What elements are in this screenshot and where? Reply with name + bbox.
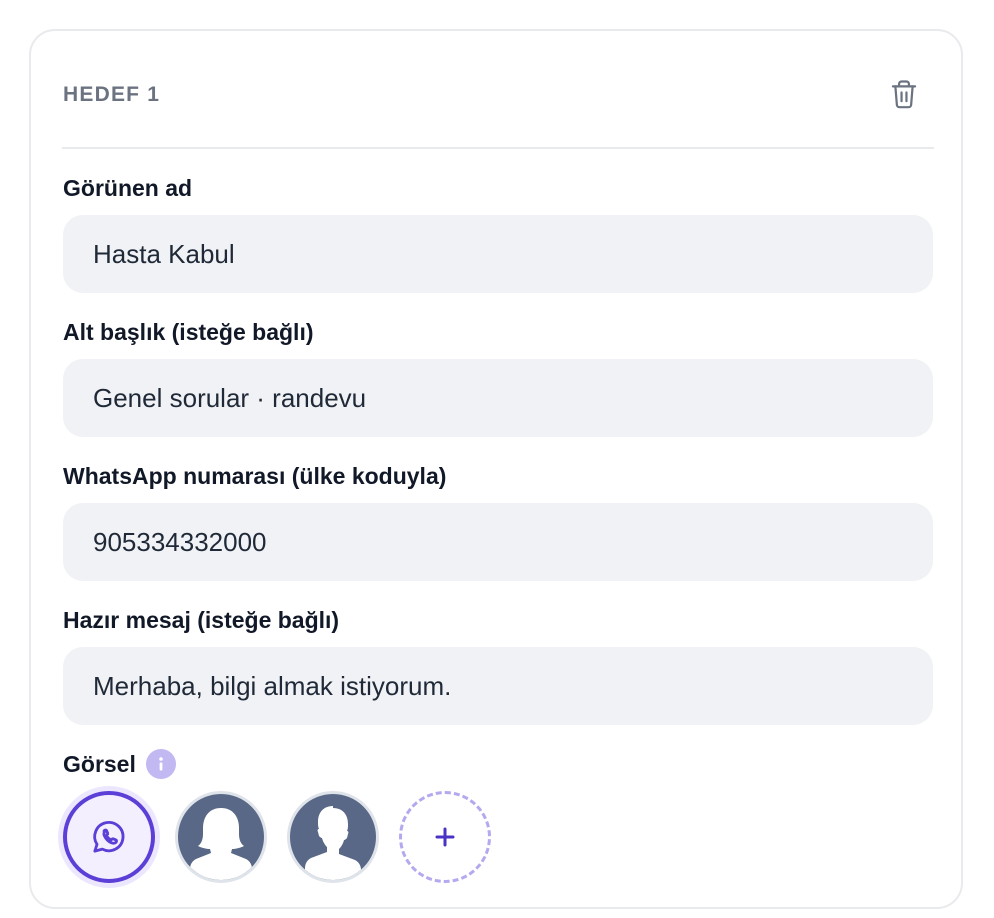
- image-option-whatsapp[interactable]: [63, 791, 155, 883]
- trash-icon: [891, 80, 917, 109]
- add-image-button[interactable]: [399, 791, 491, 883]
- preset-message-label: Hazır mesaj (isteğe bağlı): [63, 607, 340, 633]
- card-header: HEDEF 1: [62, 80, 934, 149]
- delete-button[interactable]: [886, 77, 922, 113]
- image-option-female[interactable]: [175, 791, 267, 883]
- whatsapp-number-label: WhatsApp numarası (ülke koduyla): [63, 463, 447, 489]
- image-label-row: Görsel: [63, 749, 176, 779]
- info-icon[interactable]: [145, 749, 176, 779]
- preset-message-input[interactable]: Merhaba, bilgi almak istiyorum.: [63, 647, 933, 725]
- subtitle-input[interactable]: Genel sorular · randevu: [63, 359, 933, 437]
- whatsapp-number-input[interactable]: 905334332000: [63, 503, 933, 581]
- display-name-label: Görünen ad: [63, 175, 193, 201]
- image-options: [63, 791, 511, 883]
- female-avatar-icon: [190, 808, 252, 880]
- male-avatar-icon: [305, 806, 361, 880]
- subtitle-label: Alt başlık (isteğe bağlı): [63, 319, 314, 345]
- plus-icon: [435, 827, 455, 847]
- whatsapp-icon: [93, 821, 125, 853]
- card-title: HEDEF 1: [63, 83, 161, 106]
- target-card: HEDEF 1 Görünen ad Hasta Kabul Alt başlı…: [29, 29, 963, 909]
- image-label: Görsel: [63, 750, 136, 777]
- image-option-male[interactable]: [287, 791, 379, 883]
- display-name-input[interactable]: Hasta Kabul: [63, 215, 933, 293]
